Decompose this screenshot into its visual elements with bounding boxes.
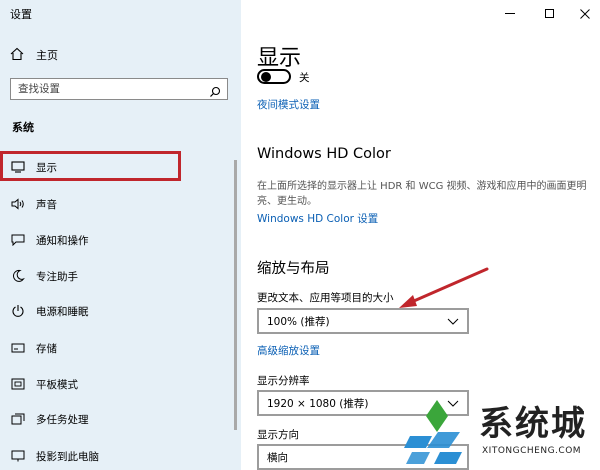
sidebar-item-label: 通知和操作	[36, 234, 89, 247]
watermark-text: 系统城	[479, 404, 587, 444]
active-item-highlight	[0, 151, 181, 181]
sidebar-item-label: 平板模式	[36, 378, 78, 391]
project-icon	[10, 448, 26, 464]
hdr-section-title: Windows HD Color	[257, 146, 391, 162]
scale-section-title: 缩放与布局	[257, 261, 330, 277]
sidebar-item-storage[interactable]: 存储	[0, 336, 241, 360]
watermark-url: XITONGCHENG.COM	[482, 446, 582, 456]
orientation-label: 显示方向	[257, 429, 299, 441]
sidebar-item-project[interactable]: 投影到此电脑	[0, 444, 241, 468]
sidebar-item-power[interactable]: 电源和睡眠	[0, 299, 241, 323]
orientation-value: 横向	[267, 451, 288, 464]
sidebar-item-label: 多任务处理	[36, 413, 89, 426]
search-input[interactable]	[11, 83, 201, 95]
sidebar-section-title: 系统	[12, 121, 34, 134]
sidebar-item-label: 专注助手	[36, 270, 78, 283]
night-light-settings-link[interactable]: 夜间模式设置	[257, 97, 320, 112]
power-icon	[10, 303, 26, 319]
sidebar-item-tablet-mode[interactable]: 平板模式	[0, 372, 241, 396]
hdr-description: 在上面所选择的显示器上让 HDR 和 WCG 视频、游戏和应用中的画面更明亮、更…	[257, 181, 587, 207]
sidebar-item-notifications[interactable]: 通知和操作	[0, 228, 241, 252]
page-title: 显示	[257, 46, 302, 71]
night-light-toggle[interactable]	[257, 69, 291, 84]
annotation-arrow-icon	[393, 266, 493, 315]
scale-label: 更改文本、应用等项目的大小	[257, 292, 394, 304]
sidebar-home-label: 主页	[36, 49, 58, 62]
tablet-icon	[10, 376, 26, 392]
search-box[interactable]	[10, 78, 228, 100]
watermark-logo-icon	[402, 394, 474, 470]
scale-value: 100% (推荐)	[267, 315, 330, 328]
multitask-icon	[10, 411, 26, 427]
sidebar-item-multitasking[interactable]: 多任务处理	[0, 407, 241, 431]
moon-icon	[10, 268, 26, 284]
resolution-label: 显示分辨率	[257, 375, 310, 387]
resolution-value: 1920 × 1080 (推荐)	[267, 397, 369, 410]
home-icon	[10, 46, 24, 65]
sidebar-item-focus-assist[interactable]: 专注助手	[0, 264, 241, 288]
storage-icon	[10, 340, 26, 356]
speaker-icon	[10, 196, 26, 212]
notification-icon	[10, 232, 26, 248]
hdr-settings-link[interactable]: Windows HD Color 设置	[257, 211, 378, 226]
sidebar-item-label: 投影到此电脑	[36, 450, 99, 463]
chevron-down-icon	[447, 316, 459, 329]
sidebar-scrollbar[interactable]	[234, 160, 237, 430]
sidebar-item-label: 电源和睡眠	[36, 305, 89, 318]
night-light-state: 关	[299, 72, 310, 84]
sidebar-item-label: 存储	[36, 342, 57, 355]
sidebar-item-label: 声音	[36, 198, 57, 211]
toggle-knob	[261, 72, 271, 82]
watermark: 系统城 XITONGCHENG.COM	[402, 392, 600, 470]
advanced-scaling-link[interactable]: 高级缩放设置	[257, 343, 320, 358]
sidebar-home[interactable]: 主页	[10, 46, 58, 64]
search-icon	[209, 83, 221, 102]
window-title: 设置	[10, 8, 32, 21]
sidebar-item-sound[interactable]: 声音	[0, 192, 241, 216]
sidebar: 主页 系统 显示 声音 通知和操作 专注助手 电源	[0, 0, 241, 470]
